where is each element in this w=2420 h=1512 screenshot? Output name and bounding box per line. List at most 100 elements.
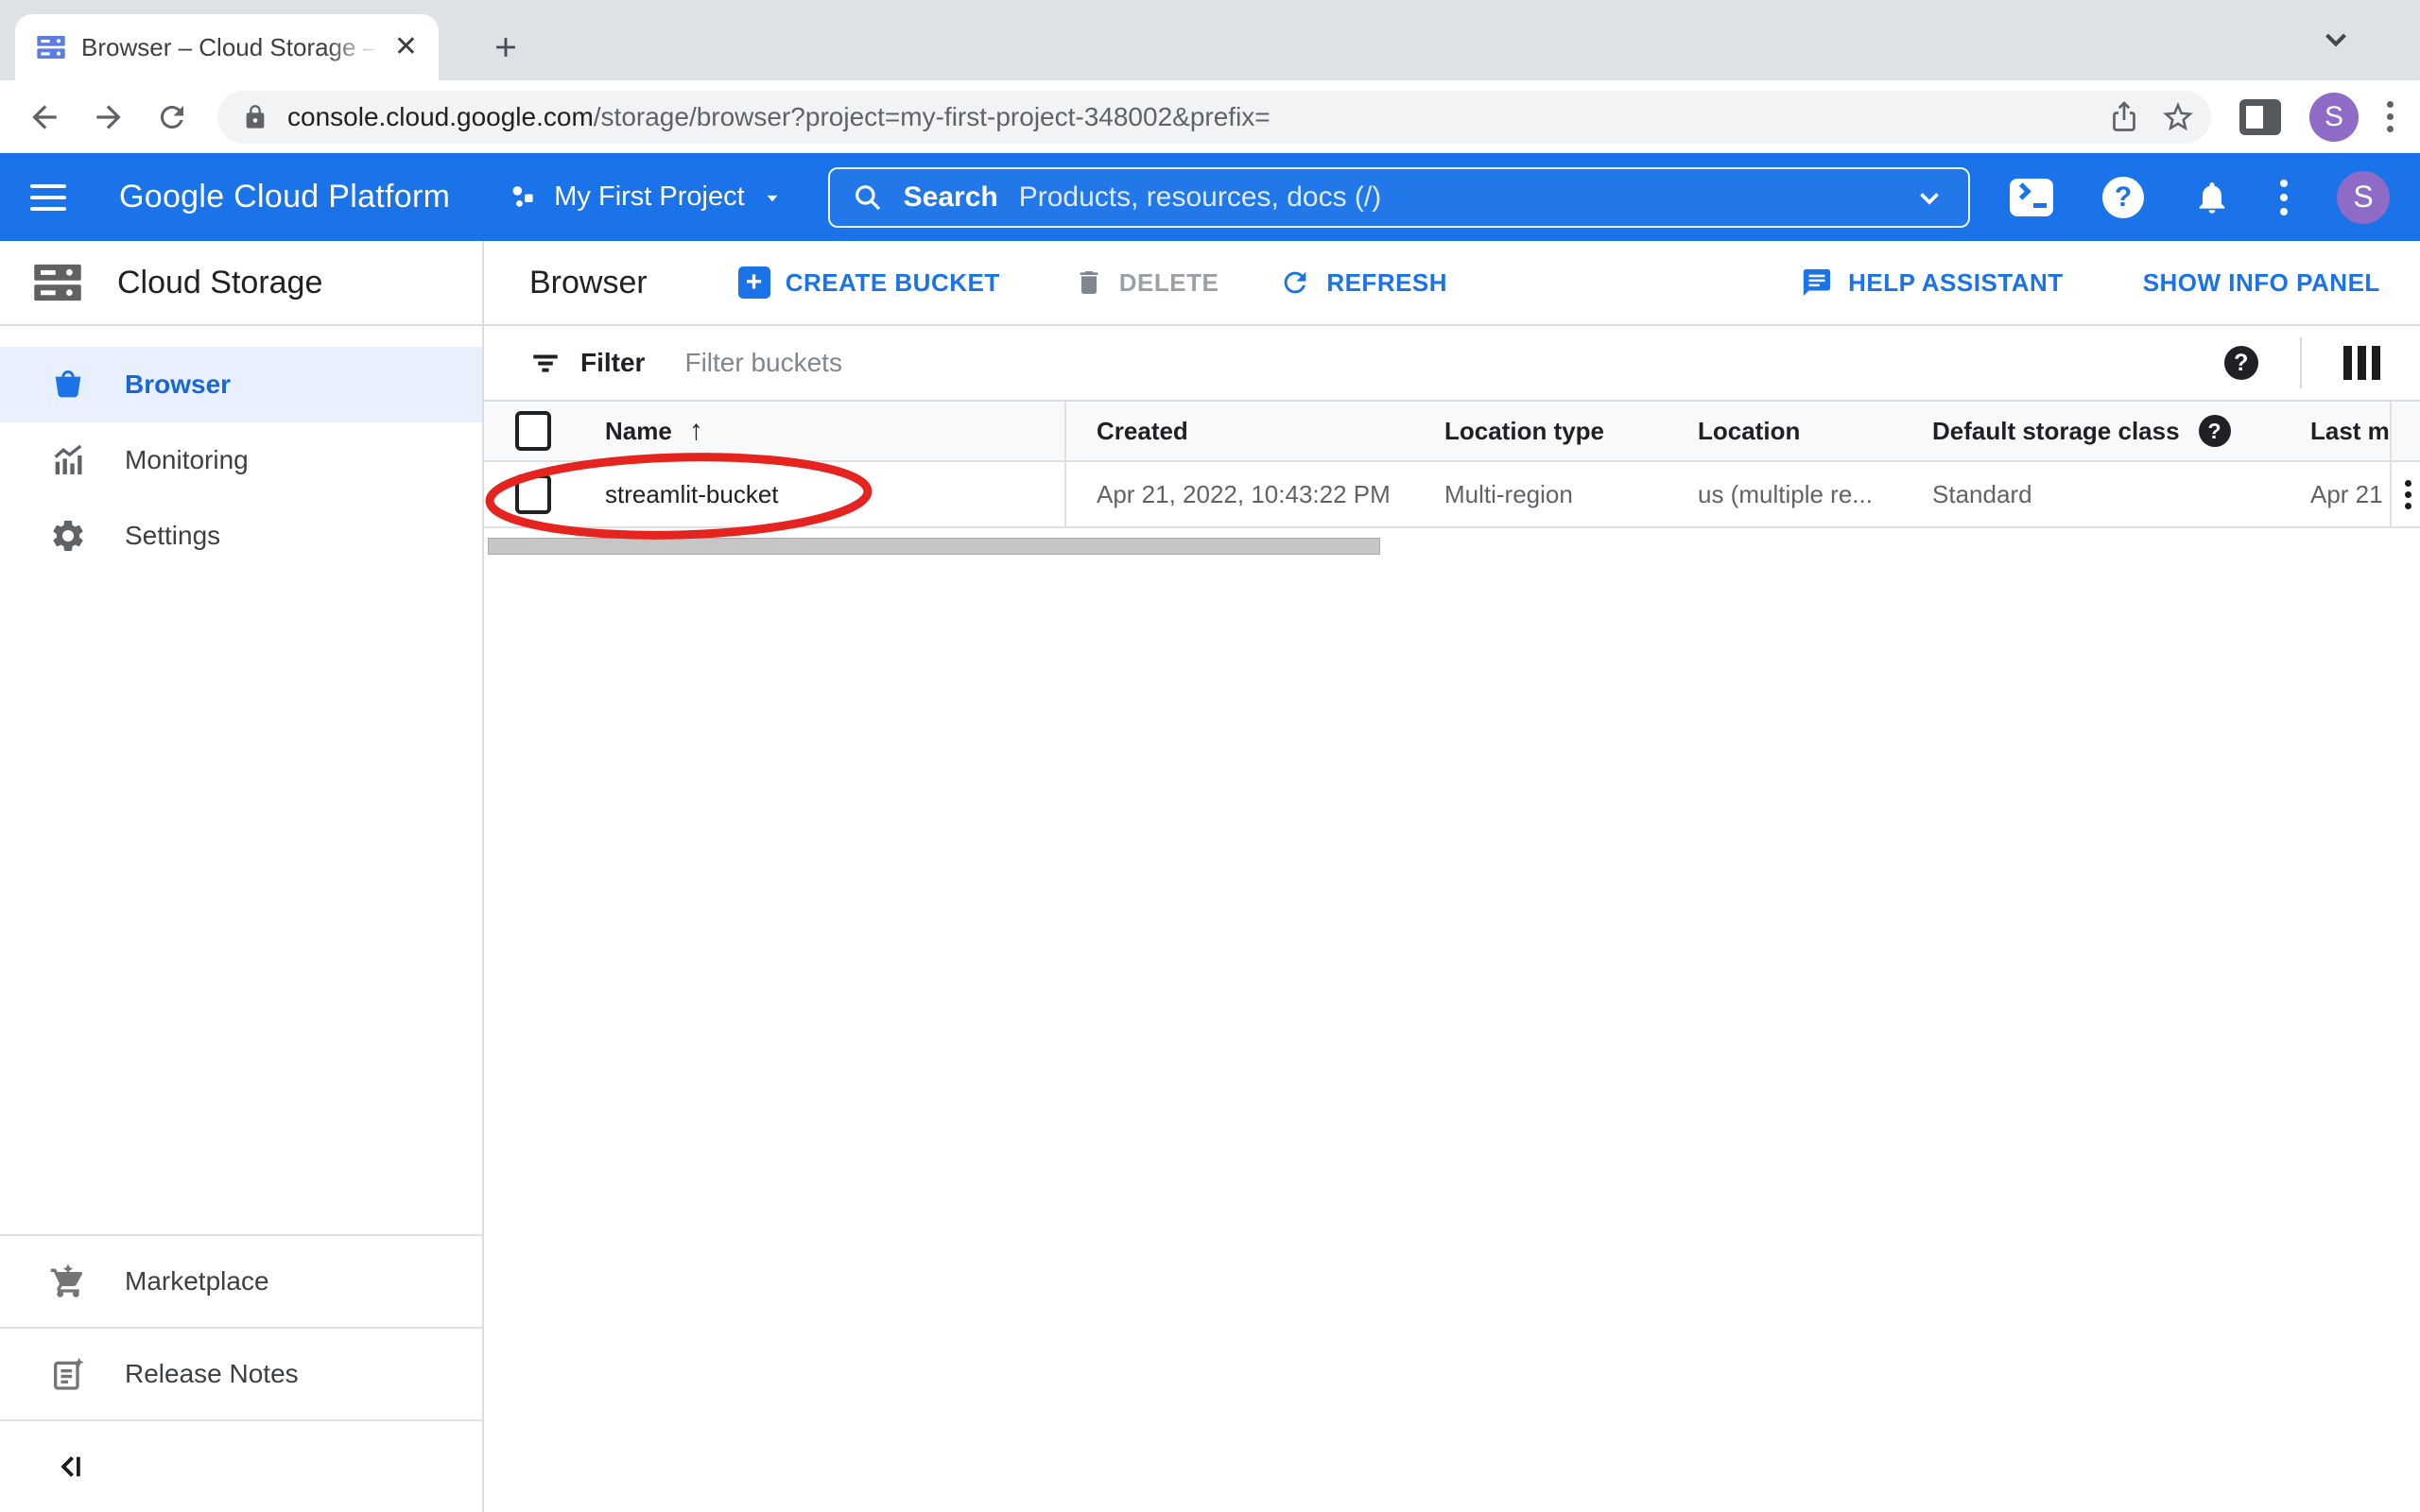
horizontal-scrollbar-thumb[interactable] (488, 538, 1380, 555)
address-bar[interactable]: console.cloud.google.com/storage/browser… (217, 91, 2211, 144)
help-button[interactable]: ? (2102, 177, 2144, 218)
reload-button[interactable] (155, 100, 189, 134)
storage-class-help-icon[interactable]: ? (2199, 415, 2231, 447)
new-tab-button[interactable] (484, 26, 527, 69)
chat-bubble-icon (1801, 266, 1833, 299)
bucket-storage-class-cell: Standard (1908, 480, 2286, 509)
browser-tab[interactable]: Browser – Cloud Storage – My ✕ (15, 14, 439, 80)
gcp-logo[interactable]: Google Cloud Platform (119, 179, 450, 215)
filter-row: Filter ? (484, 326, 2420, 402)
column-header-last-modified[interactable]: Last m (2286, 417, 2390, 446)
cloud-shell-button[interactable] (2010, 179, 2053, 216)
refresh-icon (1279, 266, 1311, 299)
marketplace-cart-icon (49, 1263, 87, 1300)
bucket-created-cell: Apr 21, 2022, 10:43:22 PM (1066, 480, 1418, 509)
global-search-bar[interactable]: Search Products, resources, docs (/) (828, 167, 1970, 228)
monitoring-icon (49, 441, 87, 479)
help-assistant-button[interactable]: HELP ASSISTANT (1801, 266, 2064, 299)
account-avatar[interactable]: S (2337, 171, 2390, 224)
collapse-icon (53, 1449, 89, 1485)
header-actions: ? S (2010, 171, 2390, 224)
header-more-button[interactable] (2280, 180, 2288, 215)
search-placeholder: Products, resources, docs (/) (1019, 181, 1381, 214)
row-checkbox[interactable] (515, 474, 551, 514)
refresh-button[interactable]: REFRESH (1279, 266, 1447, 299)
project-selector[interactable]: My First Project (507, 181, 784, 214)
plus-icon (490, 31, 522, 63)
url-path: /storage/browser?project=my-first-projec… (594, 102, 1270, 131)
gcp-header: Google Cloud Platform My First Project S… (0, 153, 2420, 241)
back-button[interactable] (26, 99, 62, 135)
row-actions-cell (2390, 462, 2420, 526)
tab-title: Browser – Cloud Storage – My (81, 33, 379, 62)
show-info-panel-button[interactable]: SHOW INFO PANEL (2143, 268, 2380, 298)
bookmark-star-button[interactable] (2160, 99, 2196, 135)
browser-profile-avatar[interactable]: S (2309, 93, 2359, 142)
select-all-checkbox[interactable] (515, 411, 551, 451)
row-checkbox-cell (484, 474, 575, 514)
tab-search-chevron-icon[interactable] (2318, 21, 2354, 57)
sidebar-title: Cloud Storage (117, 265, 322, 301)
sidebar-footer: Marketplace Release Notes (0, 1234, 482, 1512)
project-dropdown-icon (760, 185, 785, 210)
bucket-location-type-cell: Multi-region (1418, 480, 1671, 509)
create-bucket-button[interactable]: + CREATE BUCKET (738, 266, 1000, 299)
delete-button[interactable]: DELETE (1074, 267, 1219, 298)
browser-url-bar: console.cloud.google.com/storage/browser… (0, 80, 2420, 153)
sidebar-item-label: Monitoring (125, 445, 249, 475)
sidebar-header: Cloud Storage (0, 241, 482, 326)
filter-icon (529, 347, 562, 379)
search-label: Search (904, 181, 998, 214)
bell-icon (2193, 179, 2231, 216)
notifications-button[interactable] (2193, 179, 2231, 216)
project-icon (507, 181, 539, 214)
lock-icon (242, 104, 268, 130)
column-header-created[interactable]: Created (1066, 417, 1418, 446)
header-checkbox-cell (484, 411, 575, 451)
url-domain: console.cloud.google.com (287, 102, 594, 131)
search-icon (853, 182, 883, 213)
cloud-storage-favicon (36, 32, 66, 62)
filter-help-icon[interactable]: ? (2224, 346, 2258, 380)
row-menu-button[interactable] (2405, 480, 2411, 509)
sidebar-item-browser[interactable]: Browser (0, 347, 482, 422)
bucket-name-cell[interactable]: streamlit-bucket (575, 462, 1066, 526)
side-panel-button[interactable] (2239, 99, 2281, 135)
browser-tab-strip: Browser – Cloud Storage – My ✕ (0, 0, 2420, 80)
sidebar-collapse-button[interactable] (0, 1419, 482, 1512)
project-name: My First Project (554, 181, 744, 213)
sidebar-item-label: Browser (125, 369, 231, 400)
sidebar: Cloud Storage Browser Monitoring (0, 241, 484, 1512)
sidebar-nav: Browser Monitoring Settings (0, 326, 482, 574)
gear-icon (49, 517, 87, 555)
main-pane: Browser + CREATE BUCKET DELETE REFRESH (484, 241, 2420, 1512)
bucket-name-link[interactable]: streamlit-bucket (605, 480, 779, 509)
sidebar-item-settings[interactable]: Settings (0, 498, 482, 574)
search-expand-chevron-icon[interactable] (1913, 181, 1945, 214)
column-header-location-type[interactable]: Location type (1418, 417, 1671, 446)
tab-close-icon[interactable]: ✕ (394, 33, 418, 61)
release-notes-icon (49, 1355, 87, 1393)
bucket-icon (49, 366, 87, 404)
sidebar-item-marketplace[interactable]: Marketplace (0, 1234, 482, 1327)
bucket-last-modified-cell: Apr 21 (2286, 480, 2390, 509)
column-display-options-button[interactable] (2343, 346, 2380, 380)
content-area: Cloud Storage Browser Monitoring (0, 241, 2420, 1512)
column-header-name[interactable]: Name ↑ (575, 402, 1066, 460)
column-header-location[interactable]: Location (1671, 417, 1908, 446)
browser-menu-button[interactable] (2387, 101, 2394, 132)
table-header: Name ↑ Created Location type Location De… (484, 402, 2420, 462)
sidebar-item-release-notes[interactable]: Release Notes (0, 1327, 482, 1419)
sidebar-item-monitoring[interactable]: Monitoring (0, 422, 482, 498)
main-menu-button[interactable] (30, 184, 66, 211)
table-row[interactable]: streamlit-bucket Apr 21, 2022, 10:43:22 … (484, 462, 2420, 528)
share-button[interactable] (2107, 100, 2141, 134)
filter-buckets-input[interactable] (684, 348, 1157, 378)
forward-button[interactable] (91, 99, 127, 135)
column-header-storage-class[interactable]: Default storage class ? (1908, 415, 2286, 447)
header-actions-cell (2390, 402, 2420, 460)
trash-icon (1074, 267, 1104, 298)
page-title: Browser (529, 265, 648, 301)
plus-icon: + (738, 266, 770, 299)
sort-ascending-icon: ↑ (689, 415, 703, 447)
